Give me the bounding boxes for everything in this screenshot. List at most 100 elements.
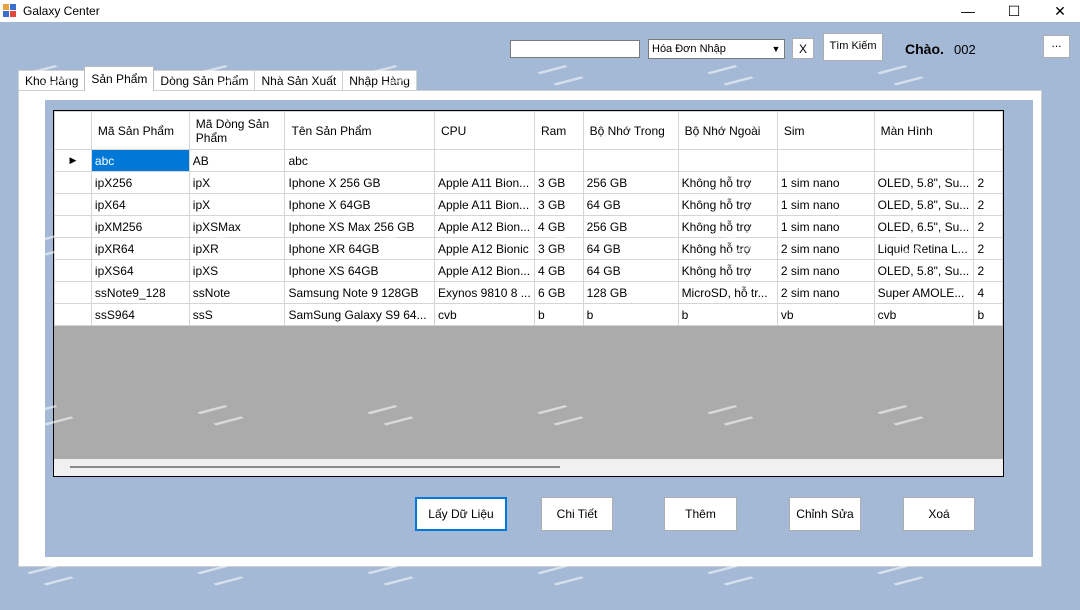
table-cell[interactable]: Iphone XR 64GB xyxy=(284,237,435,260)
column-header[interactable]: Sim xyxy=(776,111,875,150)
close-button[interactable]: ✕ xyxy=(1037,0,1080,22)
table-cell[interactable]: 4 GB xyxy=(533,259,584,282)
table-cell[interactable]: 6 GB xyxy=(533,281,584,304)
table-cell[interactable]: Super AMOLE... xyxy=(873,281,975,304)
search-input[interactable] xyxy=(510,40,640,58)
table-cell[interactable]: 3 GB xyxy=(533,237,584,260)
horizontal-scrollbar[interactable] xyxy=(54,459,1003,476)
search-button[interactable]: Tìm Kiếm xyxy=(823,33,883,61)
minimize-button[interactable]: — xyxy=(945,0,991,22)
maximize-button[interactable]: ☐ xyxy=(991,0,1037,22)
table-cell[interactable]: Samsung Note 9 128GB xyxy=(284,281,435,304)
column-header[interactable]: Mã Dòng Sản Phẩm xyxy=(188,111,286,150)
table-cell[interactable]: vb xyxy=(776,303,875,326)
table-cell[interactable]: ipXS64 xyxy=(90,259,190,282)
table-row[interactable]: ipX64 ipX Iphone X 64GB Apple A11 Bion... 3 … xyxy=(54,193,1003,216)
table-cell[interactable] xyxy=(873,149,975,172)
table-cell[interactable]: ssNote9_128 xyxy=(90,281,190,304)
table-cell[interactable]: ipX256 xyxy=(90,171,190,194)
tab-san-pham[interactable]: Sản Phẩm xyxy=(84,66,155,91)
table-cell[interactable]: 2 sim nano xyxy=(776,259,875,282)
table-row[interactable]: ssS964 ssS SamSung Galaxy S9 64... cvb b b b vb… xyxy=(54,303,1003,326)
table-cell[interactable]: Exynos 9810 8 ... xyxy=(434,281,535,304)
row-header[interactable] xyxy=(54,303,92,326)
table-cell[interactable] xyxy=(973,149,1003,172)
clear-search-button[interactable]: X xyxy=(792,38,814,59)
table-cell[interactable]: Apple A11 Bion... xyxy=(434,171,535,194)
row-header[interactable] xyxy=(54,237,92,260)
table-cell[interactable]: ipX xyxy=(188,193,286,216)
table-cell[interactable]: abc xyxy=(90,149,190,172)
fetch-data-button[interactable]: Lấy Dữ Liệu xyxy=(415,497,507,531)
table-cell[interactable]: 128 GB xyxy=(582,281,679,304)
table-cell[interactable]: ipX64 xyxy=(90,193,190,216)
table-cell[interactable]: OLED, 5.8", Su... xyxy=(873,171,975,194)
row-header[interactable] xyxy=(54,193,92,216)
table-cell[interactable]: 64 GB xyxy=(582,193,679,216)
table-cell[interactable]: 2 sim nano xyxy=(776,281,875,304)
table-cell[interactable]: Apple A12 Bion... xyxy=(434,259,535,282)
column-header[interactable]: CPU xyxy=(434,111,535,150)
table-cell[interactable]: Apple A12 Bionic xyxy=(434,237,535,260)
table-cell[interactable]: Apple A12 Bion... xyxy=(434,215,535,238)
scrollbar-thumb[interactable] xyxy=(70,466,560,468)
table-cell[interactable]: Iphone X 64GB xyxy=(284,193,435,216)
table-cell[interactable]: ipXR64 xyxy=(90,237,190,260)
table-cell[interactable]: 2 xyxy=(973,193,1003,216)
table-cell[interactable]: 2 xyxy=(973,237,1003,260)
row-header[interactable] xyxy=(54,215,92,238)
table-cell[interactable]: 1 sim nano xyxy=(776,215,875,238)
column-header[interactable]: Bộ Nhớ Trong xyxy=(582,111,679,150)
edit-button[interactable]: Chỉnh Sửa xyxy=(789,497,861,531)
table-cell[interactable]: ipXS xyxy=(188,259,286,282)
table-cell[interactable]: Không hỗ trợ xyxy=(677,215,778,238)
tab-dong-san-pham[interactable]: Dòng Sản Phẩm xyxy=(153,70,256,91)
table-cell[interactable]: 2 sim nano xyxy=(776,237,875,260)
table-row[interactable]: ssNote9_128 ssNote Samsung Note 9 128GB Exy… xyxy=(54,281,1003,304)
table-row[interactable]: ▶ abc AB abc xyxy=(54,149,1003,172)
table-cell[interactable] xyxy=(582,149,679,172)
table-cell[interactable]: MicroSD, hỗ tr... xyxy=(677,281,778,304)
table-cell[interactable]: SamSung Galaxy S9 64... xyxy=(284,303,435,326)
table-cell[interactable]: 256 GB xyxy=(582,215,679,238)
table-cell[interactable]: 2 xyxy=(973,171,1003,194)
column-header[interactable]: Màn Hình xyxy=(873,111,975,150)
table-cell[interactable]: Iphone X 256 GB xyxy=(284,171,435,194)
table-cell[interactable]: 3 GB xyxy=(533,193,584,216)
table-cell[interactable]: 4 GB xyxy=(533,215,584,238)
table-cell[interactable]: Không hỗ trợ xyxy=(677,171,778,194)
more-button[interactable]: ... xyxy=(1043,35,1070,58)
table-cell[interactable]: ipX xyxy=(188,171,286,194)
table-cell[interactable]: b xyxy=(533,303,584,326)
table-cell[interactable]: b xyxy=(677,303,778,326)
table-cell[interactable]: ssNote xyxy=(188,281,286,304)
table-cell[interactable]: OLED, 5.8", Su... xyxy=(873,193,975,216)
table-cell[interactable]: 64 GB xyxy=(582,237,679,260)
table-cell[interactable]: 64 GB xyxy=(582,259,679,282)
table-cell[interactable]: ipXR xyxy=(188,237,286,260)
table-row[interactable]: ipX256 ipX Iphone X 256 GB Apple A11 Bion..… xyxy=(54,171,1003,194)
column-header[interactable]: Tên Sản Phẩm xyxy=(284,111,435,150)
table-cell[interactable]: b xyxy=(582,303,679,326)
table-cell[interactable]: cvb xyxy=(434,303,535,326)
table-cell[interactable]: 4 xyxy=(973,281,1003,304)
tab-nha-san-xuat[interactable]: Nhà Sản Xuất xyxy=(254,70,344,91)
table-cell[interactable] xyxy=(677,149,778,172)
table-row[interactable]: ipXS64 ipXS Iphone XS 64GB Apple A12 Bion..… xyxy=(54,259,1003,282)
table-cell[interactable]: Liquid Retina L... xyxy=(873,237,975,260)
row-header[interactable] xyxy=(54,171,92,194)
products-grid[interactable]: Mã Sản Phẩm Mã Dòng Sản Phẩm Tên Sản Phẩ… xyxy=(53,110,1004,477)
table-cell[interactable]: b xyxy=(973,303,1003,326)
table-cell[interactable] xyxy=(434,149,535,172)
table-cell[interactable]: Không hỗ trợ xyxy=(677,237,778,260)
table-cell[interactable]: AB xyxy=(188,149,286,172)
column-header[interactable]: Ram xyxy=(533,111,584,150)
table-cell[interactable]: ipXSMax xyxy=(188,215,286,238)
table-cell[interactable]: Không hỗ trợ xyxy=(677,259,778,282)
table-cell[interactable]: ssS964 xyxy=(90,303,190,326)
table-cell[interactable] xyxy=(533,149,584,172)
column-header[interactable]: Bộ Nhớ Ngoài xyxy=(677,111,778,150)
table-cell[interactable]: Apple A11 Bion... xyxy=(434,193,535,216)
table-cell[interactable]: ipXM256 xyxy=(90,215,190,238)
table-row[interactable]: ipXR64 ipXR Iphone XR 64GB Apple A12 Bionic… xyxy=(54,237,1003,260)
